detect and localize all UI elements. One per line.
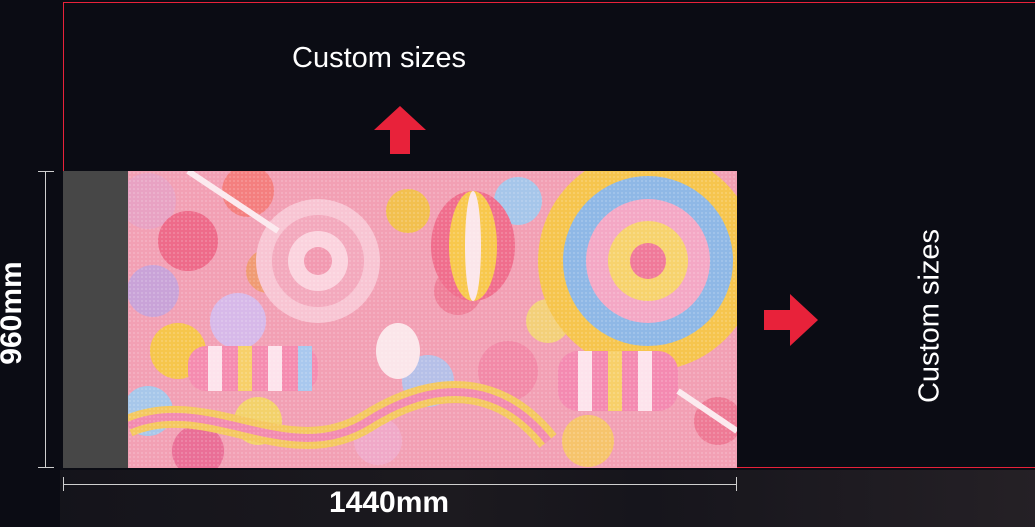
width-dimension-tick-left xyxy=(63,477,64,491)
width-dimension-label: 1440mm xyxy=(329,486,450,519)
height-dimension-tick-top xyxy=(38,171,54,172)
candy-display-image xyxy=(128,171,737,468)
arrow-right-icon xyxy=(764,294,818,346)
width-dimension-line xyxy=(63,484,737,485)
height-dimension-line xyxy=(45,171,46,468)
background-photo-strip xyxy=(60,470,1035,527)
custom-sizes-right-label: Custom sizes xyxy=(913,228,946,404)
height-dimension-tick-bottom xyxy=(38,467,54,468)
height-dimension-label: 960mm xyxy=(0,261,28,365)
width-dimension-tick-right xyxy=(736,477,737,491)
arrow-up-icon xyxy=(374,106,426,154)
panel-cabinet-edge xyxy=(63,171,128,468)
led-panel xyxy=(63,171,737,468)
led-pixel-grid xyxy=(128,171,737,468)
custom-sizes-top-label: Custom sizes xyxy=(292,42,467,74)
led-panel-diagram: Custom sizes Custom sizes 960mm 1440mm xyxy=(0,0,1035,527)
